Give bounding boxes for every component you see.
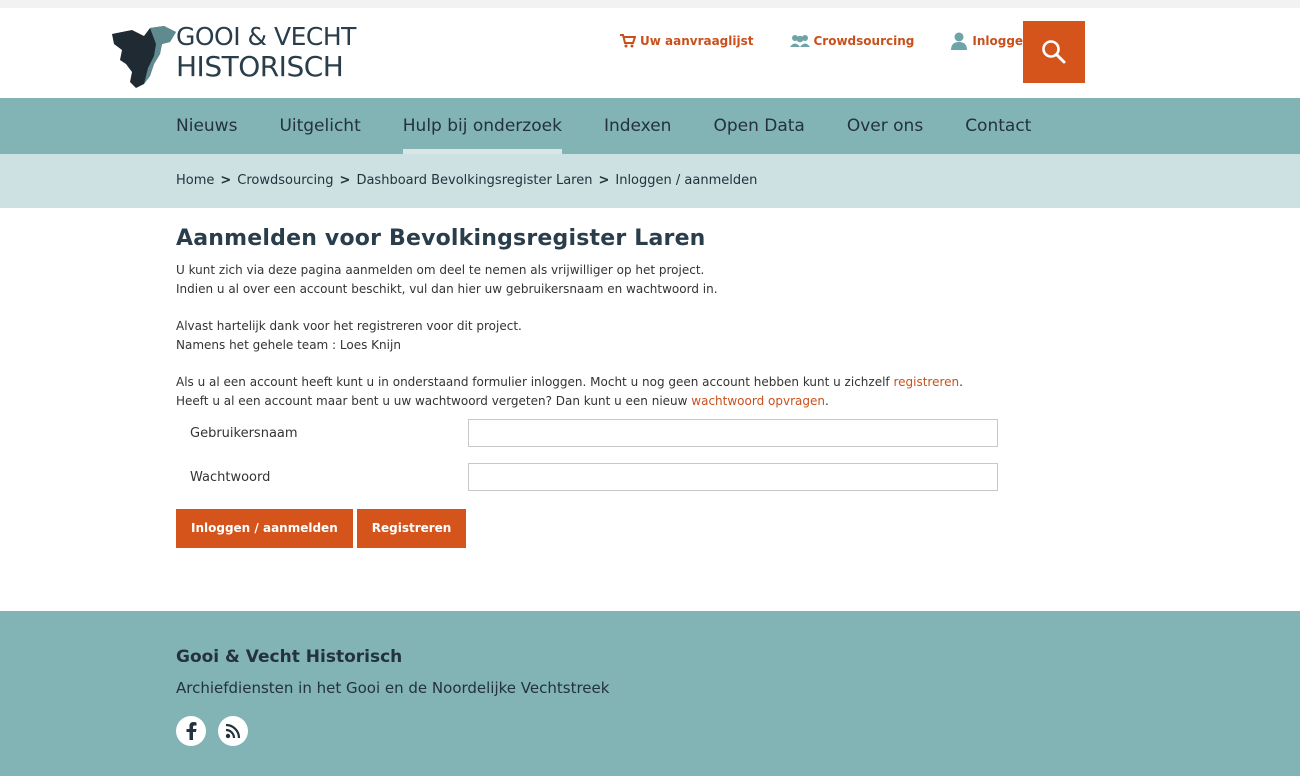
- breadcrumb-dashboard[interactable]: Dashboard Bevolkingsregister Laren: [356, 173, 592, 188]
- breadcrumb-separator: >: [598, 173, 610, 188]
- thanks-text-1: Alvast hartelijk dank voor het registrer…: [176, 319, 522, 333]
- forgot-password-post: .: [824, 394, 829, 408]
- nav-hulp-bij-onderzoek[interactable]: Hulp bij onderzoek: [402, 98, 563, 154]
- crowdsourcing-link[interactable]: Crowdsourcing: [789, 34, 915, 48]
- login-info-text: Als u al een account heeft kunt u in ond…: [176, 373, 1300, 392]
- page-title: Aanmelden voor Bevolkingsregister Laren: [176, 226, 706, 251]
- nav-open-data[interactable]: Open Data: [713, 98, 804, 154]
- logo-text: GOOI & VECHT HISTORISCH: [176, 22, 356, 82]
- main-navigation: Nieuws Uitgelicht Hulp bij onderzoek Ind…: [0, 98, 1300, 154]
- password-label: Wachtwoord: [190, 469, 271, 485]
- rss-icon: [225, 723, 241, 739]
- logo-line-2: HISTORISCH: [176, 50, 344, 83]
- breadcrumb-crowdsourcing[interactable]: Crowdsourcing: [237, 173, 333, 188]
- main-content: Aanmelden voor Bevolkingsregister Laren …: [0, 208, 1300, 593]
- social-links: [176, 716, 260, 746]
- nav-contact[interactable]: Contact: [965, 98, 1031, 154]
- logo-line-1: GOOI & VECHT: [176, 22, 356, 51]
- username-field[interactable]: [468, 419, 998, 447]
- footer-title: Gooi & Vecht Historisch: [176, 647, 403, 667]
- crowdsourcing-label: Crowdsourcing: [813, 34, 915, 48]
- top-header: GOOI & VECHT HISTORISCH Uw aanvraaglijst…: [0, 0, 1300, 98]
- cart-icon: [620, 34, 636, 48]
- breadcrumb: Home > Crowdsourcing > Dashboard Bevolkingsr…: [0, 154, 1300, 208]
- site-footer: Gooi & Vecht Historisch Archiefdiensten …: [0, 611, 1300, 776]
- username-label: Gebruikersnaam: [190, 425, 298, 441]
- facebook-button[interactable]: [176, 716, 206, 746]
- username-row: Gebruikersnaam: [176, 411, 1300, 455]
- login-info-pre: Als u al een account heeft kunt u in ond…: [176, 375, 894, 389]
- login-button[interactable]: Inloggen / aanmelden: [176, 509, 353, 548]
- user-icon: [951, 32, 968, 50]
- site-logo[interactable]: GOOI & VECHT HISTORISCH: [110, 22, 370, 94]
- aanvraaglijst-label: Uw aanvraaglijst: [640, 34, 754, 48]
- breadcrumb-separator: >: [339, 173, 351, 188]
- search-button[interactable]: [1023, 21, 1085, 83]
- breadcrumb-separator: >: [220, 173, 232, 188]
- aanvraaglijst-link[interactable]: Uw aanvraaglijst: [620, 34, 754, 48]
- intro-text-2: Indien u al over een account beschikt, v…: [176, 282, 718, 296]
- breadcrumb-home[interactable]: Home: [176, 173, 214, 188]
- facebook-icon: [186, 722, 197, 740]
- rss-button[interactable]: [218, 716, 248, 746]
- search-icon: [1042, 40, 1066, 64]
- people-icon: [789, 35, 810, 47]
- nav-nieuws[interactable]: Nieuws: [176, 98, 237, 154]
- breadcrumb-current: Inloggen / aanmelden: [615, 173, 758, 188]
- nav-over-ons[interactable]: Over ons: [847, 98, 923, 154]
- register-button[interactable]: Registreren: [356, 509, 467, 548]
- thanks-text-2: Namens het gehele team : Loes Knijn: [176, 338, 401, 352]
- password-field[interactable]: [468, 463, 998, 491]
- forgot-password-pre: Heeft u al een account maar bent u uw wa…: [176, 394, 692, 408]
- password-row: Wachtwoord: [176, 455, 1300, 499]
- form-buttons: Inloggen / aanmelden Registreren: [176, 509, 1300, 548]
- logo-map-icon: [112, 26, 176, 88]
- inloggen-link[interactable]: Inloggen: [950, 32, 1032, 50]
- request-password-link[interactable]: wachtwoord opvragen: [691, 394, 825, 408]
- forgot-password-text: Heeft u al een account maar bent u uw wa…: [176, 392, 1300, 411]
- nav-indexen[interactable]: Indexen: [604, 98, 672, 154]
- intro-text-1: U kunt zich via deze pagina aanmelden om…: [176, 263, 705, 277]
- nav-uitgelicht[interactable]: Uitgelicht: [279, 98, 360, 154]
- register-link[interactable]: registreren: [893, 375, 959, 389]
- footer-subtitle: Archiefdiensten in het Gooi en de Noorde…: [176, 679, 610, 697]
- utility-links: Uw aanvraaglijst Crowdsourcing Inloggen: [620, 32, 1068, 50]
- login-info-post: .: [959, 375, 963, 389]
